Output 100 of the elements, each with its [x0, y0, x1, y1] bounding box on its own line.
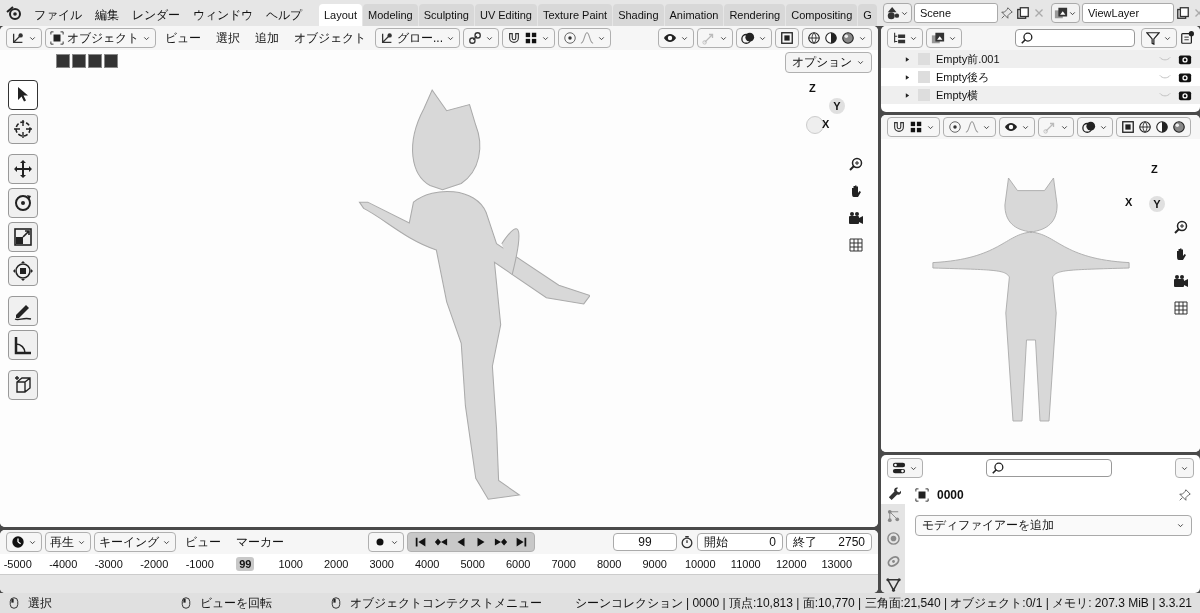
- search-field[interactable]: [986, 459, 1112, 477]
- view-layer-field[interactable]: ViewLayer: [1081, 3, 1174, 23]
- axis-label[interactable]: X: [822, 118, 830, 130]
- pivot-dropdown[interactable]: [463, 28, 499, 48]
- shading-buttons[interactable]: [802, 28, 872, 48]
- menu-item[interactable]: レンダー: [126, 4, 186, 26]
- menu-item[interactable]: ウィンドウ: [187, 4, 259, 26]
- frame-label: 6000: [505, 558, 532, 570]
- copy-icon[interactable]: [1015, 6, 1030, 20]
- filter-dropdown[interactable]: [1141, 28, 1177, 48]
- selection-mode-icon[interactable]: [56, 54, 70, 68]
- orientation-dropdown[interactable]: グロー...: [375, 28, 460, 48]
- playback-dropdown[interactable]: 再生: [45, 532, 91, 552]
- workspace-tab[interactable]: G: [858, 4, 877, 26]
- snap-dropdown[interactable]: [502, 28, 555, 48]
- workspace-tab[interactable]: Rendering: [724, 4, 786, 26]
- auto-keying-dropdown[interactable]: [368, 532, 404, 552]
- axis-ball[interactable]: Y: [1149, 196, 1165, 212]
- axis-label[interactable]: Z: [809, 82, 816, 94]
- ruler-icon[interactable]: [8, 330, 38, 360]
- visibility-dropdown[interactable]: [658, 28, 694, 48]
- workspace-tab[interactable]: Animation: [664, 4, 724, 26]
- menu-item[interactable]: オブジェクト: [288, 27, 372, 49]
- cube-icon[interactable]: [8, 370, 38, 400]
- workspace-tab[interactable]: Texture Paint: [537, 4, 613, 26]
- playhead[interactable]: 99: [236, 557, 255, 571]
- axis-label[interactable]: X: [1125, 196, 1133, 208]
- pin-icon[interactable]: [999, 6, 1014, 20]
- end-frame-field[interactable]: 終了 2750: [786, 533, 872, 551]
- rotate-icon[interactable]: [8, 188, 38, 218]
- start-frame-field[interactable]: 開始 0: [697, 533, 783, 551]
- axis-ball[interactable]: Y: [829, 98, 845, 114]
- axis-label[interactable]: Z: [1151, 163, 1158, 175]
- zoom-icon[interactable]: [848, 156, 864, 172]
- workspace-tab[interactable]: Shading: [613, 4, 664, 26]
- workspace-tab[interactable]: Modeling: [363, 4, 418, 26]
- xray-toggle[interactable]: [775, 28, 799, 48]
- editor-type-dropdown[interactable]: [6, 532, 42, 552]
- blender-logo-icon[interactable]: [6, 5, 22, 21]
- menu-item[interactable]: 選択: [210, 27, 246, 49]
- wrench-icon[interactable]: [881, 481, 905, 504]
- view-layer-dropdown[interactable]: [926, 28, 962, 48]
- menu-item[interactable]: ヘルプ: [260, 4, 308, 26]
- copy-icon[interactable]: [1175, 6, 1190, 20]
- scene-field[interactable]: Scene: [913, 3, 998, 23]
- overlay-dropdown[interactable]: [736, 28, 772, 48]
- overlay-dropdown[interactable]: [1077, 117, 1113, 137]
- options-dropdown[interactable]: オプション: [785, 52, 872, 73]
- selection-mode-icon[interactable]: [88, 54, 102, 68]
- workspace-tab[interactable]: Sculpting: [418, 4, 474, 26]
- move-arrows-icon[interactable]: [8, 154, 38, 184]
- visibility-dropdown[interactable]: [999, 117, 1035, 137]
- menu-item[interactable]: ビュー: [159, 27, 207, 49]
- playback-controls[interactable]: [407, 532, 535, 552]
- crosshair-icon[interactable]: [8, 114, 38, 144]
- menu-item[interactable]: ファイル: [28, 4, 88, 26]
- frame-label: 9000: [641, 558, 668, 570]
- view-layer-dropdown[interactable]: [1050, 3, 1080, 23]
- menu-item[interactable]: 追加: [249, 27, 285, 49]
- link-icon: [468, 31, 482, 45]
- frame-label: 4000: [414, 558, 441, 570]
- mode-dropdown[interactable]: オブジェクト: [45, 28, 156, 48]
- image-empty-icon: [918, 71, 930, 83]
- frame-label: -2000: [139, 558, 170, 570]
- pin-icon[interactable]: [1178, 488, 1192, 502]
- menu-item[interactable]: 編集: [89, 4, 125, 26]
- add-modifier-dropdown[interactable]: モディファイアーを追加: [915, 515, 1192, 536]
- object-icon: [915, 488, 929, 502]
- menu-item[interactable]: マーカー: [230, 531, 290, 553]
- outliner-item[interactable]: Empty前.001: [936, 51, 1000, 67]
- camera-icon[interactable]: [1173, 273, 1189, 289]
- grid-icon[interactable]: [1173, 300, 1189, 316]
- outliner-item[interactable]: Empty横: [936, 87, 979, 103]
- grid-icon[interactable]: [848, 237, 864, 253]
- search-field[interactable]: [1015, 29, 1135, 47]
- new-collection-icon[interactable]: [1180, 31, 1194, 45]
- display-mode-dropdown[interactable]: [887, 28, 923, 48]
- selection-mode-icon[interactable]: [72, 54, 86, 68]
- current-frame-field[interactable]: 99: [613, 533, 677, 551]
- workspace-tab[interactable]: UV Editing: [474, 4, 537, 26]
- editor-type-dropdown[interactable]: [887, 458, 923, 478]
- keying-dropdown[interactable]: キーイング: [94, 532, 176, 552]
- workspace-tab[interactable]: Layout: [319, 4, 363, 26]
- snap-dropdown[interactable]: [887, 117, 940, 137]
- shading-buttons[interactable]: [1116, 117, 1191, 137]
- scale-icon[interactable]: [8, 222, 38, 252]
- transform-icon[interactable]: [8, 256, 38, 286]
- editor-type-dropdown[interactable]: [6, 28, 42, 48]
- zoom-icon[interactable]: [1173, 219, 1189, 235]
- camera-icon[interactable]: [848, 210, 864, 226]
- selection-mode-icon[interactable]: [104, 54, 118, 68]
- menu-item[interactable]: ビュー: [179, 531, 227, 553]
- pencil-icon[interactable]: [8, 296, 38, 326]
- jump-start-icon[interactable]: [414, 535, 428, 549]
- timeline-track[interactable]: [0, 574, 878, 593]
- scene-dropdown[interactable]: [882, 3, 912, 23]
- stopwatch-icon[interactable]: [680, 535, 694, 549]
- outliner-item[interactable]: Empty後ろ: [936, 69, 990, 85]
- jump-end-icon[interactable]: [514, 535, 528, 549]
- workspace-tab[interactable]: Compositing: [786, 4, 858, 26]
